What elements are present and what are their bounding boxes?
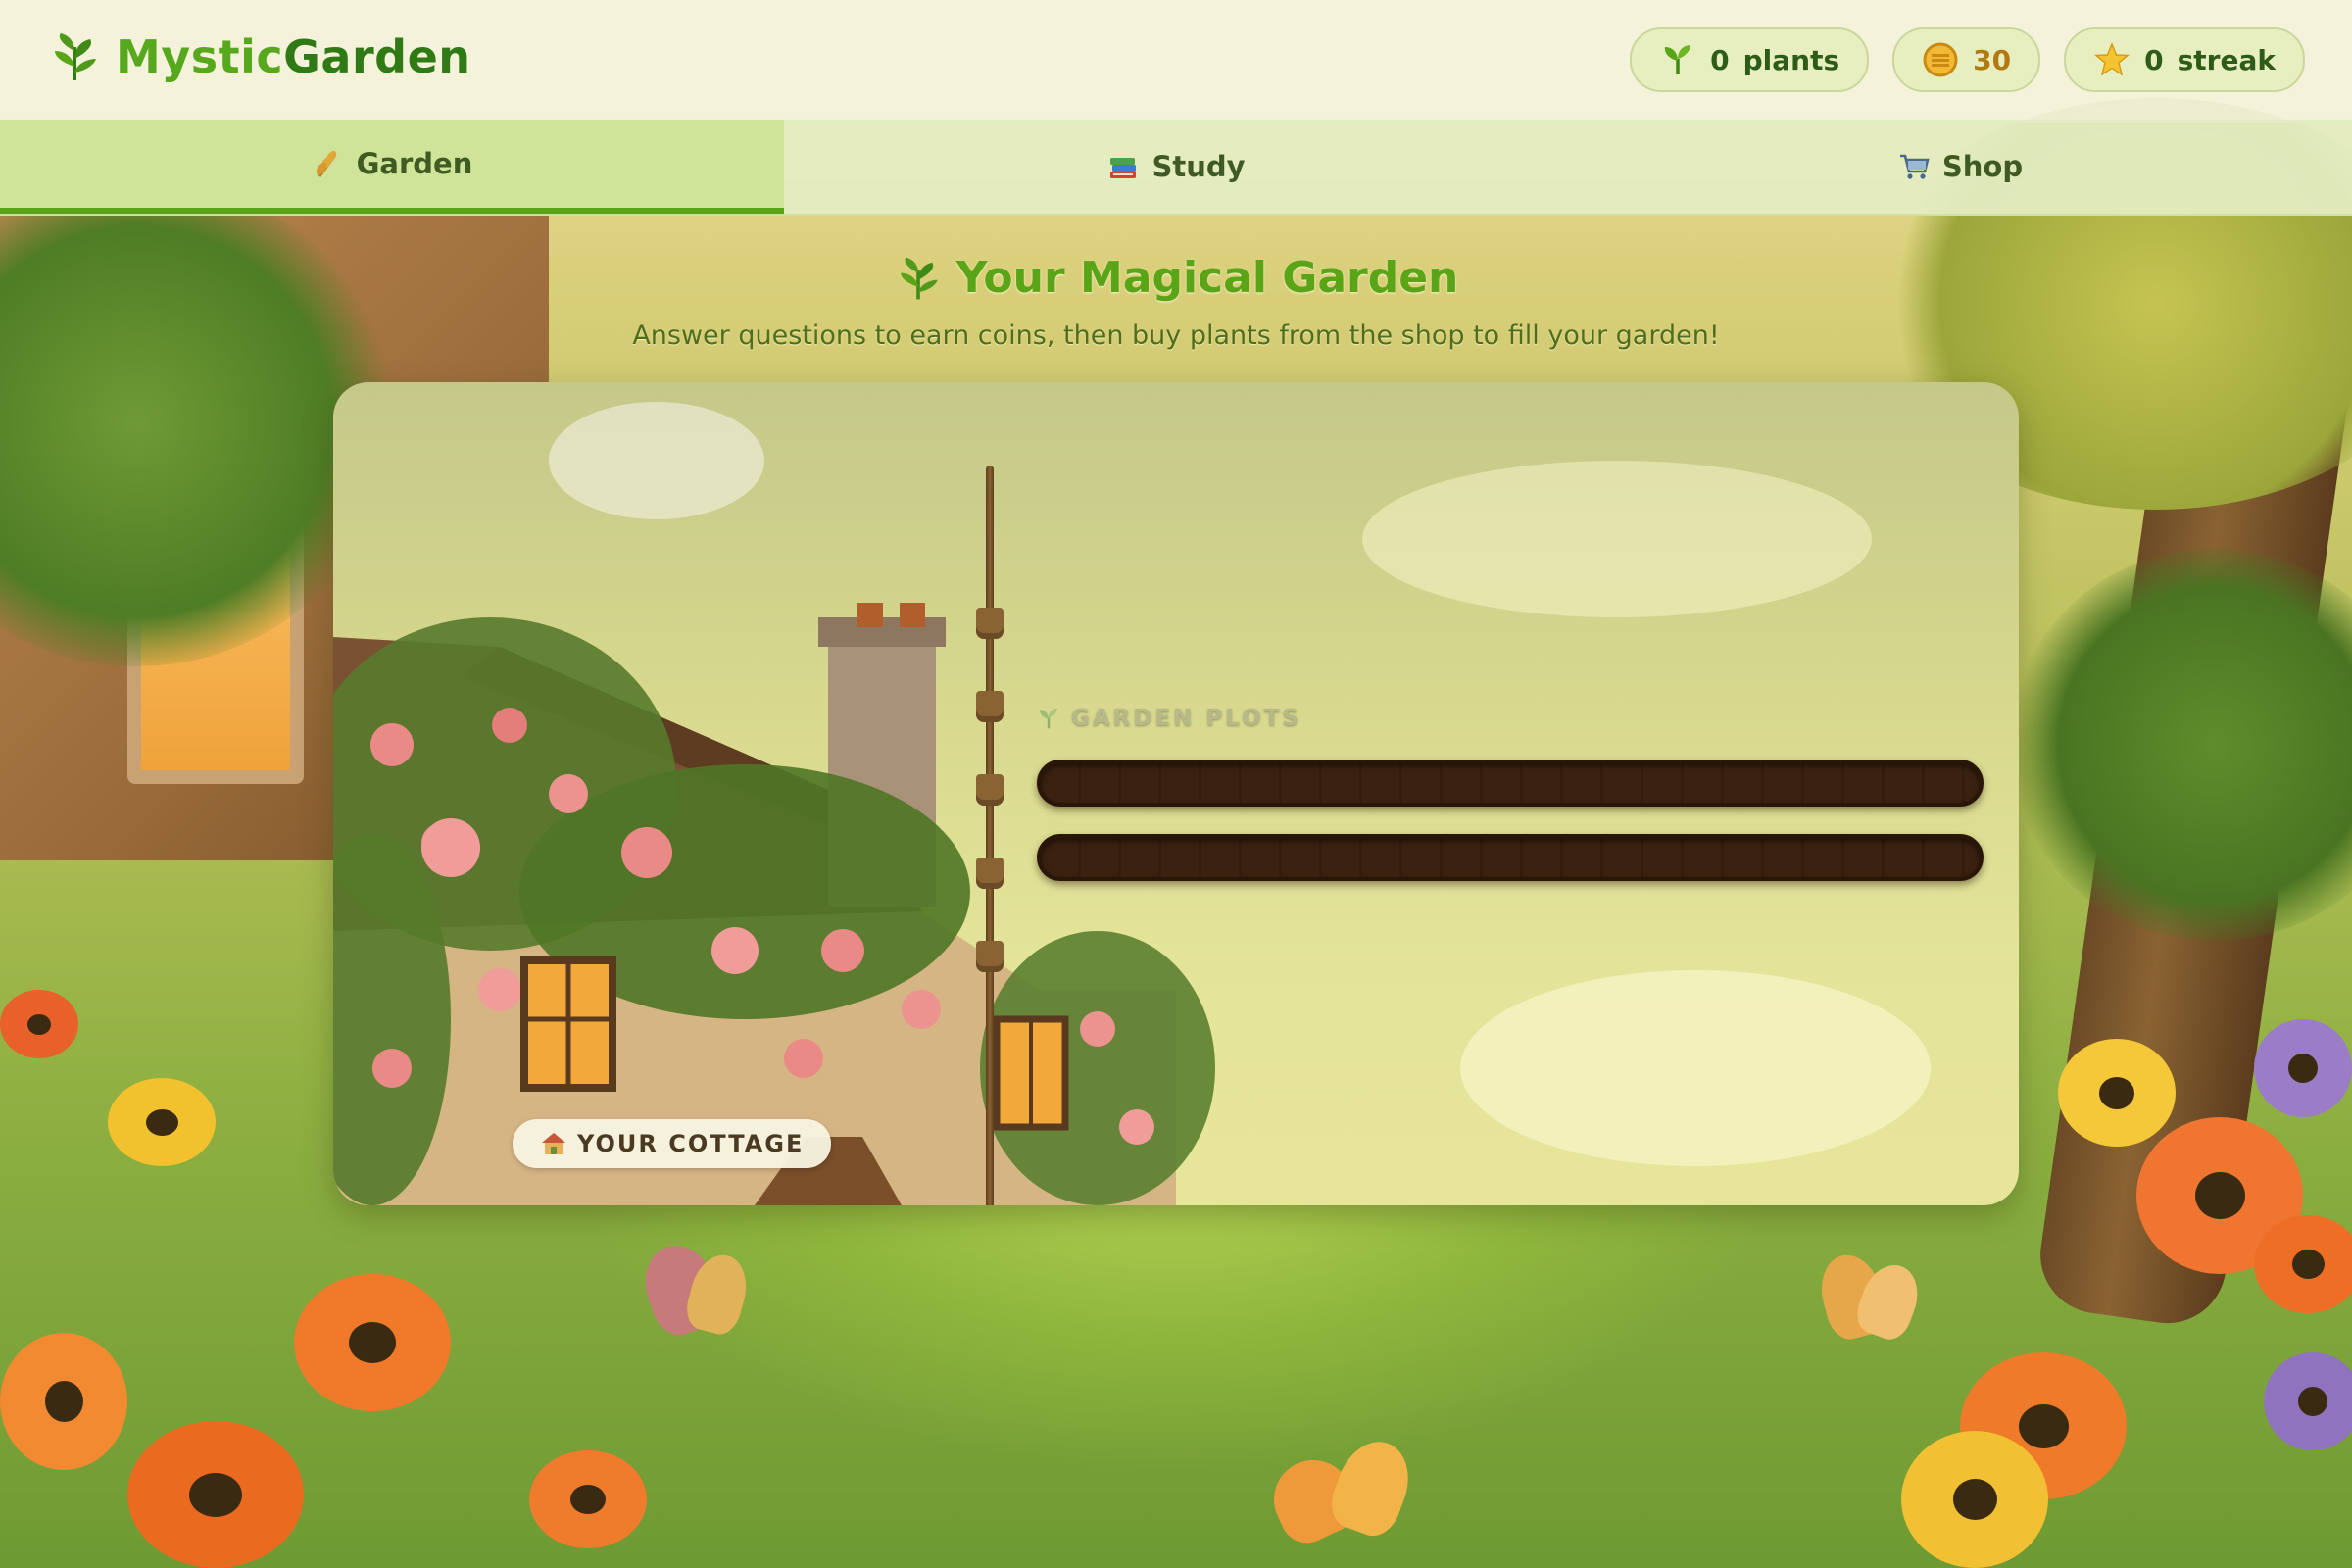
page-title-text: Your Magical Garden: [956, 253, 1459, 303]
coin-icon: [1922, 41, 1959, 78]
app-header: MysticGarden 0 plants 30 0 streak: [0, 0, 2352, 122]
poppy-flower: [127, 1421, 304, 1568]
lantern: [976, 941, 1004, 972]
butterfly: [633, 1235, 764, 1362]
garden-plots-heading: GARDEN PLOTS: [1036, 706, 1301, 731]
coins-count: 30: [1973, 43, 2012, 76]
books-icon: [1106, 150, 1140, 183]
butterfly: [1813, 1248, 1931, 1362]
poppy-flower: [294, 1274, 451, 1411]
garden-plot[interactable]: [1037, 834, 1984, 881]
house-icon: [542, 1133, 565, 1154]
lantern: [976, 858, 1004, 889]
streak-label: streak: [2177, 43, 2276, 76]
tab-study[interactable]: Study: [784, 120, 1568, 214]
herb-leaf-icon: [55, 33, 96, 80]
garden-panel: GARDEN PLOTS YOUR COTTAGE: [333, 382, 2019, 1205]
page-title: Your Magical Garden: [894, 253, 1459, 303]
app-title: MysticGarden: [116, 30, 471, 83]
stats-bar: 0 plants 30 0 streak: [1630, 27, 2305, 92]
poppy-flower: [0, 990, 78, 1058]
lantern: [976, 608, 1004, 639]
tab-study-label: Study: [1152, 150, 1246, 183]
page-header: Your Magical Garden Answer questions to …: [0, 253, 2352, 351]
butterfly: [1260, 1431, 1421, 1558]
lantern: [976, 691, 1004, 722]
streak-counter: 0 streak: [2064, 27, 2305, 92]
tab-garden[interactable]: Garden: [0, 120, 784, 214]
lantern: [976, 774, 1004, 806]
wheat-icon: [312, 147, 345, 180]
plants-counter: 0 plants: [1630, 27, 1870, 92]
streak-count: 0: [2144, 43, 2164, 76]
main-tabs: Garden Study Shop: [0, 120, 2352, 216]
app-title-prefix: Mystic: [116, 30, 284, 83]
poppy-flower: [0, 1333, 127, 1470]
cottage-badge[interactable]: YOUR COTTAGE: [513, 1119, 832, 1168]
star-icon: [2093, 41, 2131, 78]
app-logo[interactable]: MysticGarden: [47, 29, 471, 84]
coins-counter: 30: [1892, 27, 2041, 92]
cottage-label: YOUR COTTAGE: [577, 1130, 805, 1157]
right-bush: [2009, 549, 2352, 941]
tab-shop-label: Shop: [1941, 150, 2024, 183]
yellow-flower: [1901, 1431, 2048, 1568]
cloud: [1362, 461, 1872, 617]
herb-leaf-icon: [900, 257, 938, 299]
seedling-icon: [1040, 708, 1057, 729]
yellow-flower: [108, 1078, 216, 1166]
app-title-suffix: Garden: [283, 30, 471, 83]
tab-garden-label: Garden: [356, 147, 473, 180]
purple-flower: [2254, 1019, 2352, 1117]
page-subtitle: Answer questions to earn coins, then buy…: [632, 319, 1720, 351]
poppy-flower: [529, 1450, 647, 1548]
yellow-flower: [2058, 1039, 2176, 1147]
cloud: [1460, 970, 1931, 1166]
garden-plots-label: GARDEN PLOTS: [1071, 706, 1301, 731]
poppy-flower: [2254, 1215, 2352, 1313]
garden-plot[interactable]: [1037, 760, 1984, 807]
lantern-pole: [986, 466, 994, 1205]
plants-count: 0: [1710, 43, 1730, 76]
cart-icon: [1897, 150, 1931, 183]
seedling-icon: [1659, 41, 1696, 78]
purple-flower: [2264, 1352, 2352, 1450]
plants-label: plants: [1742, 43, 1840, 76]
tab-shop[interactable]: Shop: [1568, 120, 2352, 214]
